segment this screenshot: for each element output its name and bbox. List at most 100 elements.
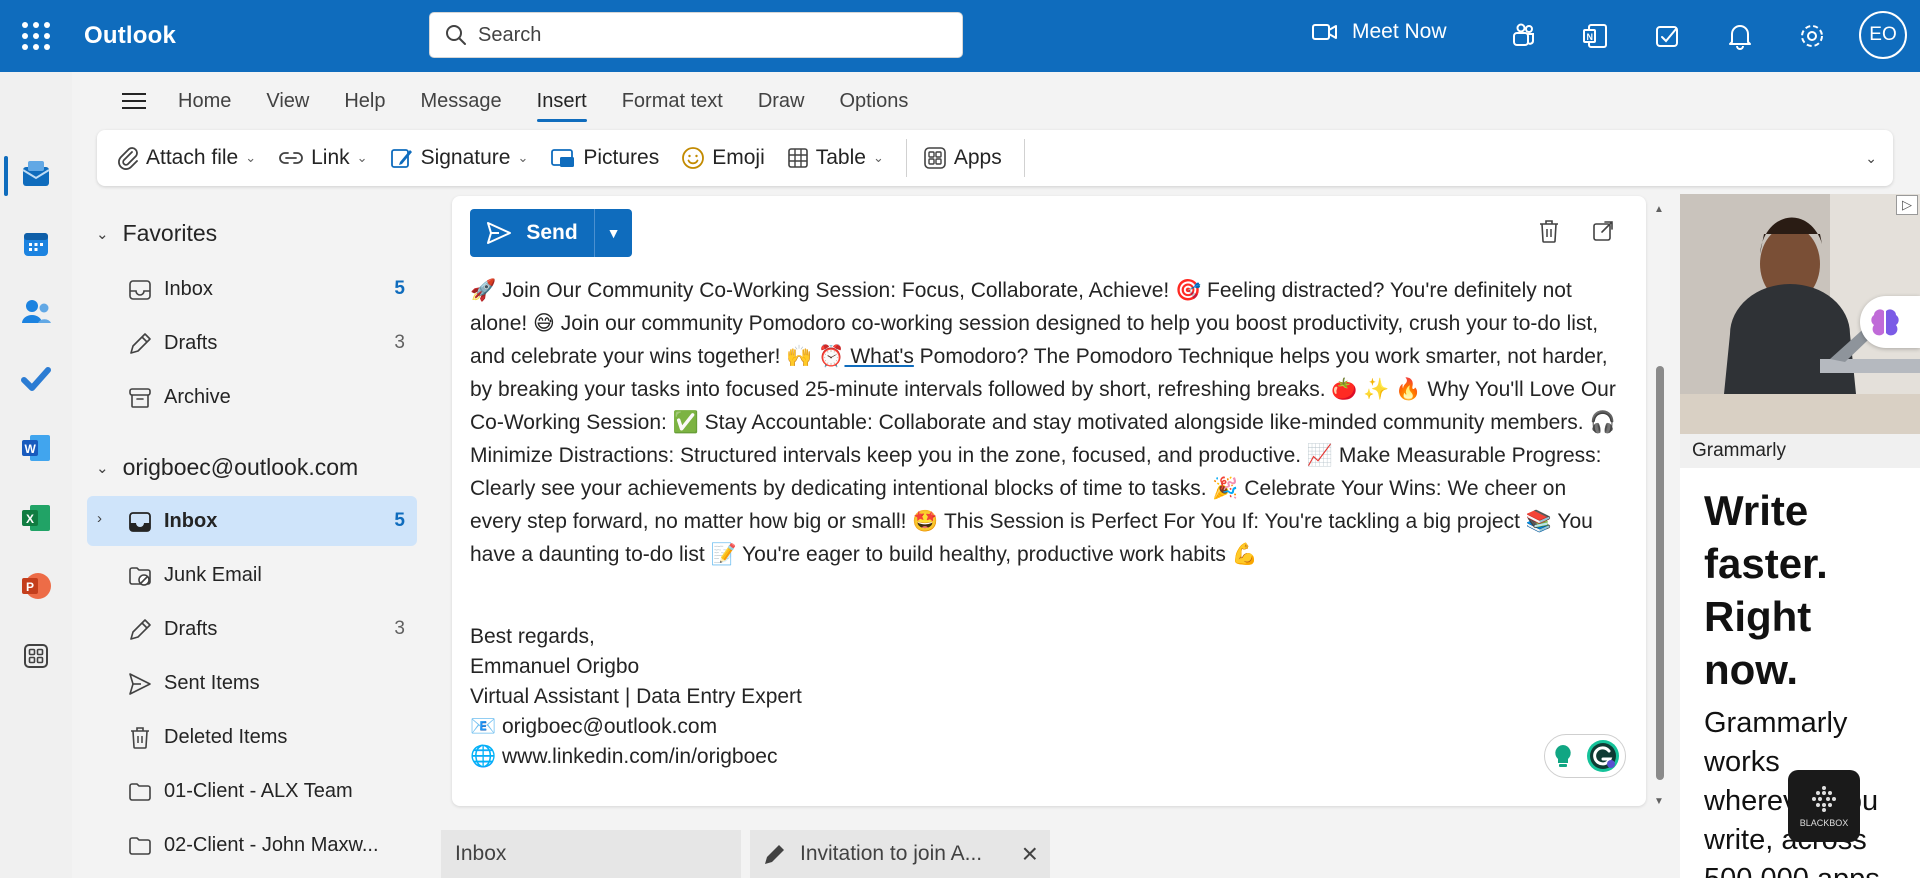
paperclip-icon bbox=[118, 147, 138, 170]
svg-text:W: W bbox=[25, 442, 37, 456]
folder-inbox[interactable]: › Inbox 5 bbox=[87, 496, 417, 546]
chevron-down-icon: ⌄ bbox=[872, 150, 884, 165]
junk-folder-icon bbox=[129, 567, 151, 586]
send-options-chevron-icon[interactable]: ▼ bbox=[594, 209, 632, 257]
folder-label: Inbox bbox=[164, 510, 218, 532]
scroll-up-arrow-icon[interactable]: ▲ bbox=[1654, 204, 1664, 215]
favorite-folder-inbox[interactable]: Inbox 5 bbox=[87, 264, 417, 314]
lightbulb-icon[interactable] bbox=[1551, 742, 1575, 770]
people-app-icon[interactable] bbox=[18, 294, 54, 330]
menu-hamburger-icon[interactable] bbox=[122, 84, 156, 118]
attach-file-label: Attach file bbox=[146, 146, 239, 169]
calendar-app-icon[interactable] bbox=[18, 226, 54, 262]
table-label: Table bbox=[815, 146, 866, 169]
folder-label: 01-Client - ALX Team bbox=[164, 780, 353, 802]
bottom-tab-draft[interactable]: Invitation to join A... × bbox=[750, 830, 1050, 878]
search-box[interactable] bbox=[429, 12, 963, 58]
folder-deleted-items[interactable]: Deleted Items bbox=[87, 712, 417, 762]
tab-help[interactable]: Help bbox=[344, 84, 385, 119]
pictures-button[interactable]: Pictures bbox=[550, 146, 659, 170]
word-app-icon[interactable]: W bbox=[18, 430, 54, 466]
ribbon-expand-chevron-icon[interactable]: ⌄ bbox=[1865, 150, 1877, 167]
tab-message[interactable]: Message bbox=[421, 84, 502, 119]
scroll-down-arrow-icon[interactable]: ▼ bbox=[1654, 796, 1664, 807]
folder-label: 02-Client - John Maxw... bbox=[164, 834, 379, 856]
tab-format-text[interactable]: Format text bbox=[622, 84, 723, 119]
send-arrow-icon bbox=[129, 673, 151, 695]
ribbon-divider bbox=[1023, 139, 1025, 177]
body-link[interactable]: What's bbox=[844, 345, 914, 368]
signature-web-row: 🌐 www.linkedin.com/in/origboec bbox=[470, 742, 802, 772]
folder-icon bbox=[129, 837, 151, 855]
tab-view[interactable]: View bbox=[266, 84, 309, 119]
inbox-icon bbox=[129, 280, 151, 300]
folder-drafts[interactable]: Drafts 3 bbox=[87, 604, 417, 654]
app-launcher-icon[interactable] bbox=[22, 22, 50, 50]
link-button[interactable]: Link ⌄ bbox=[278, 146, 368, 170]
compose-scrollbar[interactable]: ▲ ▼ bbox=[1652, 196, 1666, 812]
search-icon bbox=[446, 25, 466, 45]
send-label: Send bbox=[526, 221, 578, 244]
tab-options[interactable]: Options bbox=[840, 84, 909, 119]
folder-label: Drafts bbox=[164, 332, 218, 354]
apps-button[interactable]: Apps bbox=[923, 146, 1002, 170]
chevron-down-icon: ⌄ bbox=[356, 150, 368, 165]
send-button[interactable]: Send bbox=[470, 209, 594, 257]
blackbox-extension-button[interactable]: BLACKBOX bbox=[1788, 770, 1860, 842]
signature-button[interactable]: Signature ⌄ bbox=[390, 146, 528, 170]
folder-label: Junk Email bbox=[164, 564, 262, 586]
search-input[interactable] bbox=[478, 23, 938, 47]
emoji-button[interactable]: Emoji bbox=[681, 146, 765, 170]
table-button[interactable]: Table ⌄ bbox=[787, 146, 884, 170]
email-icon: 📧 bbox=[470, 715, 497, 738]
chevron-right-icon[interactable]: › bbox=[97, 510, 102, 527]
discard-trash-icon[interactable] bbox=[1534, 216, 1564, 246]
rail-active-indicator bbox=[4, 156, 8, 196]
account-avatar[interactable]: EO bbox=[1859, 11, 1907, 59]
settings-gear-icon[interactable] bbox=[1796, 20, 1828, 52]
tab-draw[interactable]: Draw bbox=[758, 84, 805, 119]
app-title[interactable]: Outlook bbox=[84, 22, 176, 50]
mail-app-icon[interactable] bbox=[18, 156, 54, 192]
grammarly-widget[interactable] bbox=[1544, 734, 1626, 778]
todo-check-icon[interactable] bbox=[1652, 20, 1684, 52]
folder-sent-items[interactable]: Sent Items bbox=[87, 658, 417, 708]
favorites-header[interactable]: ⌄ Favorites bbox=[96, 220, 217, 247]
tab-insert[interactable]: Insert bbox=[536, 84, 587, 122]
folder-junk-email[interactable]: Junk Email bbox=[87, 550, 417, 600]
teams-icon[interactable] bbox=[1507, 20, 1539, 52]
emoji-label: Emoji bbox=[712, 146, 765, 169]
bottom-tab-inbox[interactable]: Inbox bbox=[441, 830, 741, 878]
excel-app-icon[interactable]: X bbox=[18, 500, 54, 536]
todo-app-icon[interactable] bbox=[18, 362, 54, 398]
grammarly-logo-icon[interactable] bbox=[1586, 739, 1620, 773]
favorite-folder-archive[interactable]: Archive bbox=[87, 372, 417, 422]
ad-choices-icon[interactable]: ▷ bbox=[1896, 195, 1918, 215]
message-body[interactable]: 🚀 Join Our Community Co-Working Session:… bbox=[470, 274, 1620, 571]
folder-client-john[interactable]: 02-Client - John Maxw... bbox=[87, 820, 417, 870]
unread-count: 5 bbox=[394, 278, 405, 299]
scroll-thumb[interactable] bbox=[1656, 366, 1664, 780]
folder-icon bbox=[129, 783, 151, 801]
tab-home[interactable]: Home bbox=[178, 84, 231, 119]
message-body-text-continued: Pomodoro? The Pomodoro Technique helps y… bbox=[470, 345, 1616, 566]
close-icon[interactable]: × bbox=[1022, 838, 1038, 870]
ad-headline-line: faster. bbox=[1704, 540, 1828, 587]
archive-box-icon bbox=[129, 388, 151, 408]
signature-email: origboec@outlook.com bbox=[502, 715, 718, 738]
account-header[interactable]: ⌄ origboec@outlook.com bbox=[96, 454, 358, 481]
powerpoint-app-icon[interactable]: P bbox=[18, 568, 54, 604]
email-signature[interactable]: Best regards, Emmanuel Origbo Virtual As… bbox=[470, 622, 802, 772]
pop-out-icon[interactable] bbox=[1588, 216, 1618, 246]
attach-file-button[interactable]: Attach file ⌄ bbox=[117, 146, 256, 170]
onenote-icon[interactable]: N bbox=[1579, 20, 1611, 52]
favorite-folder-drafts[interactable]: Drafts 3 bbox=[87, 318, 417, 368]
meet-now-button[interactable]: Meet Now bbox=[1312, 20, 1447, 44]
chevron-down-icon: ⌄ bbox=[96, 225, 109, 243]
more-apps-icon[interactable] bbox=[18, 638, 54, 674]
pencil-icon bbox=[765, 845, 784, 864]
bell-icon[interactable] bbox=[1724, 20, 1756, 52]
folder-client-alx[interactable]: 01-Client - ALX Team bbox=[87, 766, 417, 816]
blackbox-dots-icon bbox=[1812, 786, 1836, 812]
brain-extension-icon[interactable] bbox=[1860, 296, 1920, 348]
